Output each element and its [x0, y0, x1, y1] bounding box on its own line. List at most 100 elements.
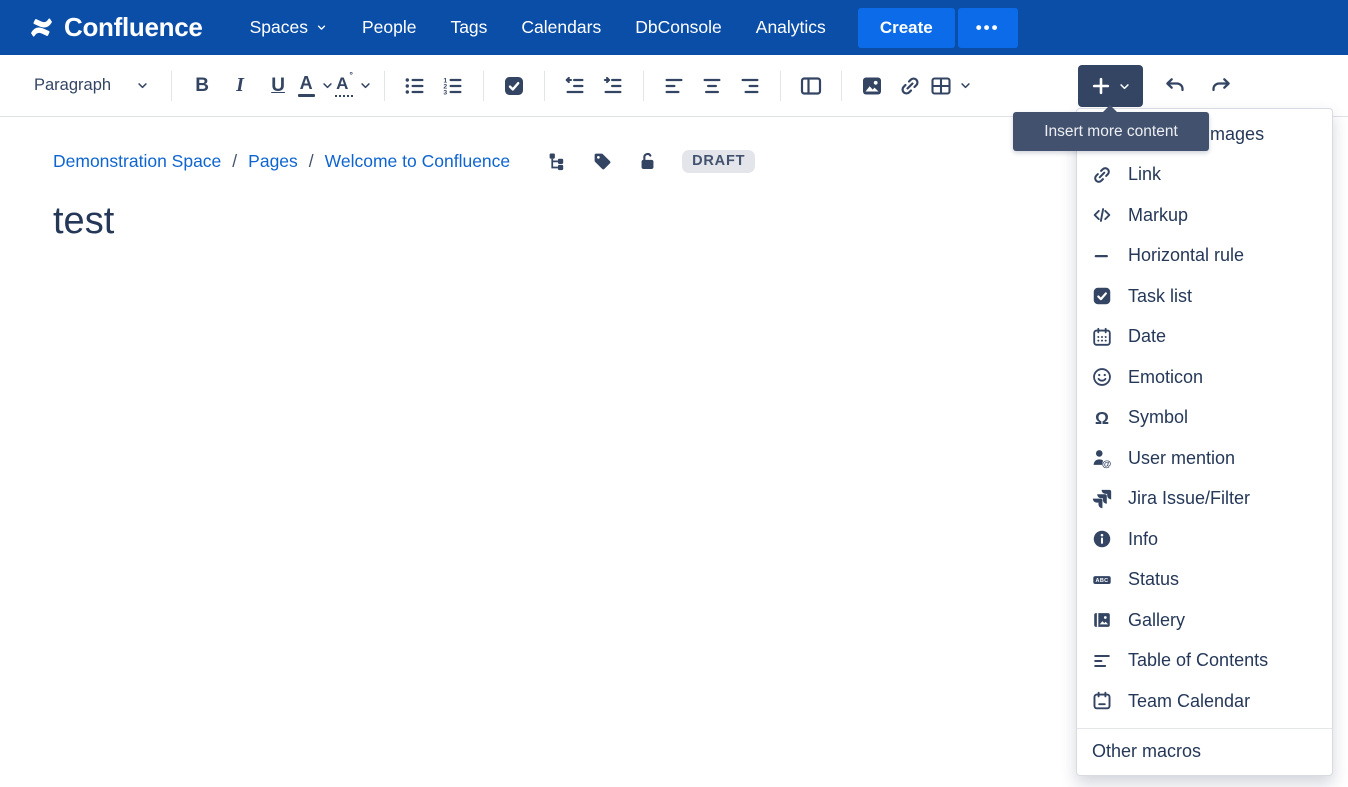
underline-button[interactable]: U	[259, 67, 297, 105]
insert-menu-item-label: Horizontal rule	[1128, 245, 1245, 266]
chevron-down-icon	[135, 78, 150, 93]
nav-item-people[interactable]: People	[345, 9, 434, 46]
page-layout-button[interactable]	[792, 67, 830, 105]
top-navbar: Confluence Spaces People Tags Calendars …	[0, 0, 1348, 55]
nav-more-button[interactable]: •••	[957, 7, 1018, 48]
more-formatting-icon: A°	[335, 70, 353, 97]
italic-button[interactable]: I	[221, 67, 259, 105]
nav-item-label: Spaces	[249, 17, 308, 37]
label-tag-icon[interactable]	[592, 151, 613, 172]
insert-menu-item-label: User mention	[1128, 447, 1236, 468]
page-layout-icon	[799, 74, 823, 98]
breadcrumb-separator: /	[308, 151, 314, 171]
insert-menu-item-gallery[interactable]: Gallery	[1077, 600, 1332, 641]
bold-button[interactable]: B	[183, 67, 221, 105]
toolbar-separator	[841, 70, 843, 101]
team-calendar-icon	[1091, 690, 1113, 712]
insert-menu-item-label: Symbol	[1128, 407, 1189, 428]
nav-item-dbconsole[interactable]: DbConsole	[618, 9, 739, 46]
undo-button[interactable]	[1156, 67, 1194, 105]
chevron-down-icon	[315, 21, 328, 34]
unlock-icon[interactable]	[637, 151, 658, 172]
confluence-logo[interactable]: Confluence	[28, 12, 203, 43]
text-color-dropdown[interactable]: A	[297, 67, 335, 105]
markup-icon	[1091, 204, 1113, 226]
paragraph-style-dropdown[interactable]: Paragraph	[24, 67, 160, 105]
insert-menu-item-label: Table of Contents	[1128, 650, 1269, 671]
insert-menu-item-label: Team Calendar	[1128, 690, 1251, 711]
text-color-icon: A	[297, 74, 315, 97]
bullet-list-button[interactable]	[396, 67, 434, 105]
insert-menu-item-label: Emoticon	[1128, 366, 1204, 387]
plus-icon	[1089, 74, 1113, 98]
chevron-down-icon	[320, 78, 335, 93]
insert-link-button[interactable]	[891, 67, 929, 105]
insert-menu-item-info[interactable]: Info	[1077, 519, 1332, 560]
insert-menu-item-team-calendar[interactable]: Team Calendar	[1077, 681, 1332, 722]
chevron-down-icon	[1117, 79, 1132, 94]
insert-menu-item-table-of-contents[interactable]: Table of Contents	[1077, 641, 1332, 682]
align-right-icon	[738, 74, 762, 98]
insert-menu-item-status[interactable]: Status	[1077, 560, 1332, 601]
insert-more-content-menu: Files and images Link Markup Horizontal …	[1076, 108, 1333, 776]
redo-button[interactable]	[1202, 67, 1240, 105]
image-icon	[860, 74, 884, 98]
create-button[interactable]: Create	[857, 7, 955, 48]
align-left-icon	[662, 74, 686, 98]
insert-menu-item-symbol[interactable]: Symbol	[1077, 398, 1332, 439]
insert-menu-item-markup[interactable]: Markup	[1077, 195, 1332, 236]
insert-menu-item-label: Info	[1128, 528, 1159, 549]
task-list-icon	[502, 74, 526, 98]
nav-item-analytics[interactable]: Analytics	[739, 9, 843, 46]
indent-button[interactable]	[594, 67, 632, 105]
link-icon	[1091, 164, 1113, 186]
insert-image-button[interactable]	[853, 67, 891, 105]
more-formatting-dropdown[interactable]: A°	[335, 67, 373, 105]
horizontal-rule-icon	[1091, 245, 1113, 267]
nav-item-tags[interactable]: Tags	[433, 9, 504, 46]
insert-menu-item-label: Status	[1128, 569, 1180, 590]
breadcrumb-link-demonstration-space: Demonstration Space /	[53, 151, 238, 171]
insert-menu-item-label: Task list	[1128, 285, 1193, 306]
breadcrumb-link-pages: Pages /	[248, 151, 314, 171]
insert-table-dropdown[interactable]	[929, 67, 973, 105]
align-right-button[interactable]	[731, 67, 769, 105]
symbol-icon	[1091, 407, 1113, 429]
insert-menu-item-date[interactable]: Date	[1077, 317, 1332, 358]
insert-menu-item-label: Link	[1128, 164, 1162, 185]
insert-menu-items: Files and images Link Markup Horizontal …	[1077, 114, 1332, 722]
gallery-icon	[1091, 609, 1113, 631]
jira-icon	[1091, 488, 1113, 510]
align-center-button[interactable]	[693, 67, 731, 105]
bold-label: B	[195, 74, 209, 96]
insert-menu-item-task-list[interactable]: Task list	[1077, 276, 1332, 317]
toolbar-separator	[483, 70, 485, 101]
chevron-down-icon	[358, 78, 373, 93]
table-of-contents-icon	[1091, 650, 1113, 672]
toolbar-separator	[643, 70, 645, 101]
redo-icon	[1209, 74, 1233, 98]
nav-item-label: Tags	[450, 17, 488, 37]
page-tree-icon[interactable]	[547, 151, 568, 172]
indent-icon	[601, 74, 625, 98]
nav-item-spaces[interactable]: Spaces	[233, 9, 345, 46]
task-list-icon	[1091, 285, 1113, 307]
insert-menu-item-jira-issue-filter[interactable]: Jira Issue/Filter	[1077, 479, 1332, 520]
insert-more-content-button[interactable]	[1078, 65, 1143, 107]
italic-label: I	[236, 74, 244, 96]
other-macros-item[interactable]: Other macros	[1077, 727, 1332, 775]
task-list-button[interactable]	[495, 67, 533, 105]
numbered-list-button[interactable]	[434, 67, 472, 105]
align-left-button[interactable]	[655, 67, 693, 105]
nav-item-calendars[interactable]: Calendars	[504, 9, 618, 46]
toolbar-separator	[780, 70, 782, 101]
confluence-editor-screen: Confluence Spaces People Tags Calendars …	[0, 0, 1348, 787]
insert-menu-item-link[interactable]: Link	[1077, 155, 1332, 196]
nav-item-label: People	[361, 17, 417, 37]
insert-menu-item-user-mention[interactable]: User mention	[1077, 438, 1332, 479]
outdent-button[interactable]	[556, 67, 594, 105]
insert-menu-item-emoticon[interactable]: Emoticon	[1077, 357, 1332, 398]
toolbar-separator	[171, 70, 173, 101]
insert-menu-item-horizontal-rule[interactable]: Horizontal rule	[1077, 236, 1332, 277]
nav-item-label: Calendars	[521, 17, 602, 37]
